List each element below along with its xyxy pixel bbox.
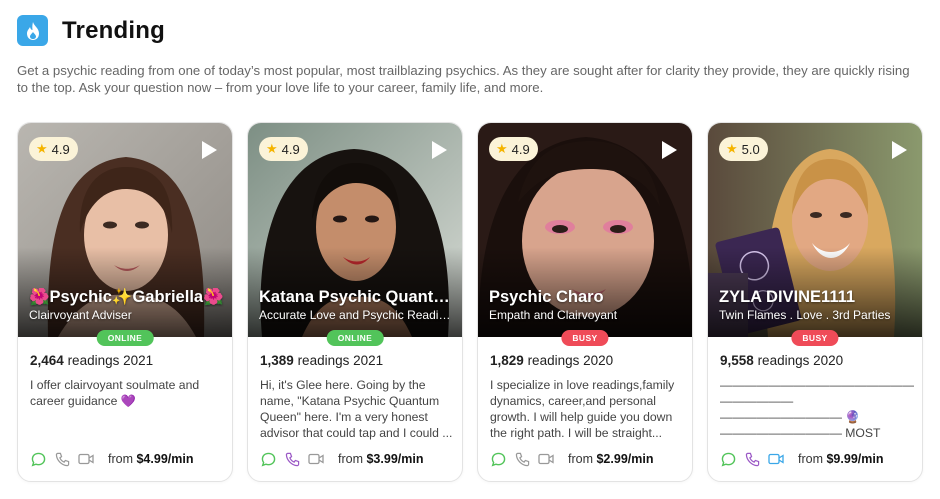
play-icon[interactable]	[890, 140, 908, 160]
readings-count: 9,558 readings 2020	[720, 353, 843, 368]
phone-icon[interactable]	[744, 451, 760, 467]
advisor-role: Clairvoyant Adviser	[29, 308, 132, 322]
advisor-name[interactable]: 🌺Psychic✨Gabriella🌺	[29, 288, 225, 307]
readings-label: readings 2021	[67, 353, 154, 368]
intro-text: Get a psychic reading from one of today’…	[17, 63, 910, 95]
price-value: $2.99/min	[596, 452, 654, 466]
advisor-description: Hi, it's Glee here. Going by the name, "…	[260, 378, 453, 440]
rating-value: 4.9	[511, 141, 530, 157]
price-label: from $3.99/min	[338, 452, 423, 466]
advisor-description: —————————————————— —————— —————————— 🔮——…	[720, 378, 914, 440]
readings-count: 1,389 readings 2021	[260, 353, 383, 368]
readings-label: readings 2020	[757, 353, 844, 368]
phone-icon[interactable]	[54, 451, 70, 467]
star-icon: ★	[36, 141, 48, 156]
readings-label: readings 2021	[297, 353, 384, 368]
star-icon: ★	[266, 141, 278, 156]
video-icon[interactable]	[308, 451, 324, 467]
readings-number: 1,829	[490, 353, 524, 368]
video-icon[interactable]	[768, 451, 784, 467]
contact-options: from $3.99/min	[260, 450, 423, 468]
price-prefix: from	[108, 452, 133, 466]
price-value: $9.99/min	[826, 452, 884, 466]
status-badge: BUSY	[791, 330, 839, 346]
readings-label: readings 2020	[527, 353, 614, 368]
contact-options: from $4.99/min	[30, 450, 193, 468]
advisor-role: Accurate Love and Psychic Readings	[259, 308, 455, 322]
advisor-card[interactable]: ★ 4.9 Katana Psychic Quantum Queen Accur…	[247, 122, 463, 482]
readings-count: 2,464 readings 2021	[30, 353, 153, 368]
chat-icon[interactable]	[720, 451, 736, 467]
rating-value: 5.0	[741, 141, 760, 157]
price-label: from $4.99/min	[108, 452, 193, 466]
advisor-name[interactable]: Katana Psychic Quantum Queen	[259, 288, 455, 307]
rating-badge: ★ 4.9	[259, 137, 308, 161]
advisor-name[interactable]: Psychic Charo	[489, 288, 685, 307]
price-label: from $9.99/min	[798, 452, 883, 466]
page-title: Trending	[62, 16, 165, 44]
price-label: from $2.99/min	[568, 452, 653, 466]
price-prefix: from	[568, 452, 593, 466]
contact-options: from $2.99/min	[490, 450, 653, 468]
price-prefix: from	[798, 452, 823, 466]
advisor-card[interactable]: ★ 4.9 Psychic Charo Empath and Clairvoya…	[477, 122, 693, 482]
chat-icon[interactable]	[490, 451, 506, 467]
chat-icon[interactable]	[30, 451, 46, 467]
readings-number: 2,464	[30, 353, 64, 368]
chat-icon[interactable]	[260, 451, 276, 467]
play-icon[interactable]	[200, 140, 218, 160]
star-icon: ★	[496, 141, 508, 156]
advisor-card[interactable]: ★ 4.9 🌺Psychic✨Gabriella🌺 Clairvoyant Ad…	[17, 122, 233, 482]
advisor-description: I specialize in love readings,family dyn…	[490, 378, 675, 440]
rating-badge: ★ 5.0	[719, 137, 768, 161]
video-icon[interactable]	[78, 451, 94, 467]
readings-count: 1,829 readings 2020	[490, 353, 613, 368]
advisor-role: Empath and Clairvoyant	[489, 308, 618, 322]
flame-icon	[17, 15, 48, 46]
contact-options: from $9.99/min	[720, 450, 883, 468]
advisor-description: I offer clairvoyant soulmate and career …	[30, 378, 200, 408]
price-value: $4.99/min	[136, 452, 194, 466]
readings-number: 9,558	[720, 353, 754, 368]
status-badge: ONLINE	[326, 330, 384, 346]
trending-cards: ★ 4.9 🌺Psychic✨Gabriella🌺 Clairvoyant Ad…	[17, 122, 923, 482]
video-icon[interactable]	[538, 451, 554, 467]
section-header: Trending	[17, 14, 165, 47]
rating-badge: ★ 4.9	[489, 137, 538, 161]
advisor-card[interactable]: ★ 5.0 ZYLA DIVINE1111 Twin Flames . Love…	[707, 122, 923, 482]
phone-icon[interactable]	[514, 451, 530, 467]
status-badge: ONLINE	[96, 330, 154, 346]
advisor-name[interactable]: ZYLA DIVINE1111	[719, 288, 915, 307]
rating-badge: ★ 4.9	[29, 137, 78, 161]
price-value: $3.99/min	[366, 452, 424, 466]
star-icon: ★	[726, 141, 738, 156]
rating-value: 4.9	[281, 141, 300, 157]
price-prefix: from	[338, 452, 363, 466]
advisor-role: Twin Flames . Love . 3rd Parties	[719, 308, 891, 322]
play-icon[interactable]	[430, 140, 448, 160]
play-icon[interactable]	[660, 140, 678, 160]
readings-number: 1,389	[260, 353, 294, 368]
status-badge: BUSY	[561, 330, 609, 346]
rating-value: 4.9	[51, 141, 70, 157]
phone-icon[interactable]	[284, 451, 300, 467]
